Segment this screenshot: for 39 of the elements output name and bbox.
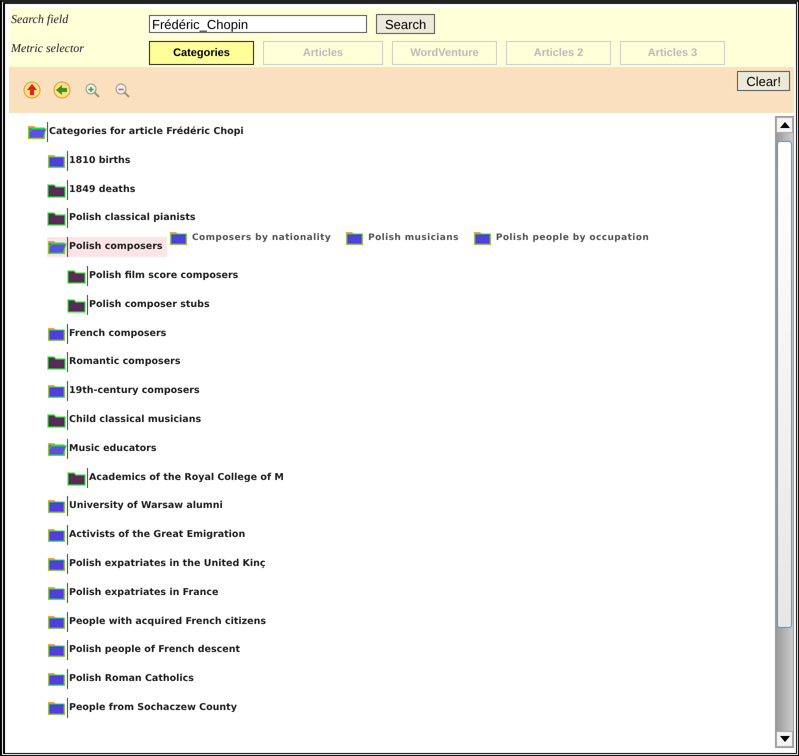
tree-node[interactable]: Polish classical pianists <box>47 208 200 228</box>
tree-node[interactable]: Polish film score composers <box>67 266 242 286</box>
scroll-up-icon[interactable] <box>776 117 793 133</box>
tree-node[interactable]: Child classical musicians <box>47 410 206 430</box>
metric-selector-label: Metric selector <box>11 41 85 56</box>
clear-button[interactable]: Clear! <box>737 71 790 91</box>
parent-category[interactable]: Polish people by occupation <box>472 229 650 248</box>
search-field[interactable]: Frédéric_Chopin <box>149 15 367 33</box>
parent-category[interactable]: Polish musicians <box>345 229 459 248</box>
tree-node[interactable]: Polish Roman Catholics <box>47 669 198 690</box>
selected-tree-node[interactable]: Polish composers <box>47 237 167 258</box>
parent-category[interactable]: Composers by nationality <box>169 229 332 248</box>
metric-tab[interactable]: Categories <box>149 41 254 65</box>
tree-node[interactable]: People from Sochaczew County <box>47 698 241 718</box>
tree-node[interactable]: Polish composer stubs <box>67 294 214 315</box>
zoom-in-icon[interactable] <box>83 81 101 99</box>
tree-node[interactable]: French composers <box>47 324 170 344</box>
tree-node[interactable]: Polish expatriates in the United Kinç <box>47 554 270 574</box>
tree-node[interactable]: Polish expatriates in France <box>47 582 222 603</box>
tree-node[interactable]: 19th-century composers <box>47 381 204 402</box>
scrollbar[interactable] <box>775 116 794 748</box>
tree-node[interactable]: Music educators <box>47 438 161 459</box>
tree-node[interactable]: People with acquired French citizens <box>47 612 270 632</box>
scrollbar-thumb[interactable] <box>777 141 792 628</box>
tree-node[interactable]: Categories for article Frédéric Chopi <box>27 122 248 142</box>
tree-node[interactable]: 1810 births <box>47 150 134 171</box>
folder-icon <box>472 229 493 248</box>
search-field-label: Search field <box>11 12 70 27</box>
tree-node[interactable]: 1849 deaths <box>47 180 140 200</box>
tree-node[interactable]: University of Warsaw alumni <box>47 496 227 516</box>
zoom-out-icon[interactable] <box>113 81 131 99</box>
tree-node[interactable]: Academics of the Royal College of M <box>67 468 288 488</box>
folder-icon <box>169 229 189 248</box>
search-button[interactable]: Search <box>376 14 436 34</box>
tree-node[interactable]: Activists of the Great Emigration <box>47 525 250 546</box>
folder-icon <box>345 229 366 248</box>
tree-node[interactable]: Romantic composers <box>47 352 184 372</box>
scroll-down-icon[interactable] <box>776 731 793 747</box>
tree-node[interactable]: Polish people of French descent <box>47 640 244 660</box>
